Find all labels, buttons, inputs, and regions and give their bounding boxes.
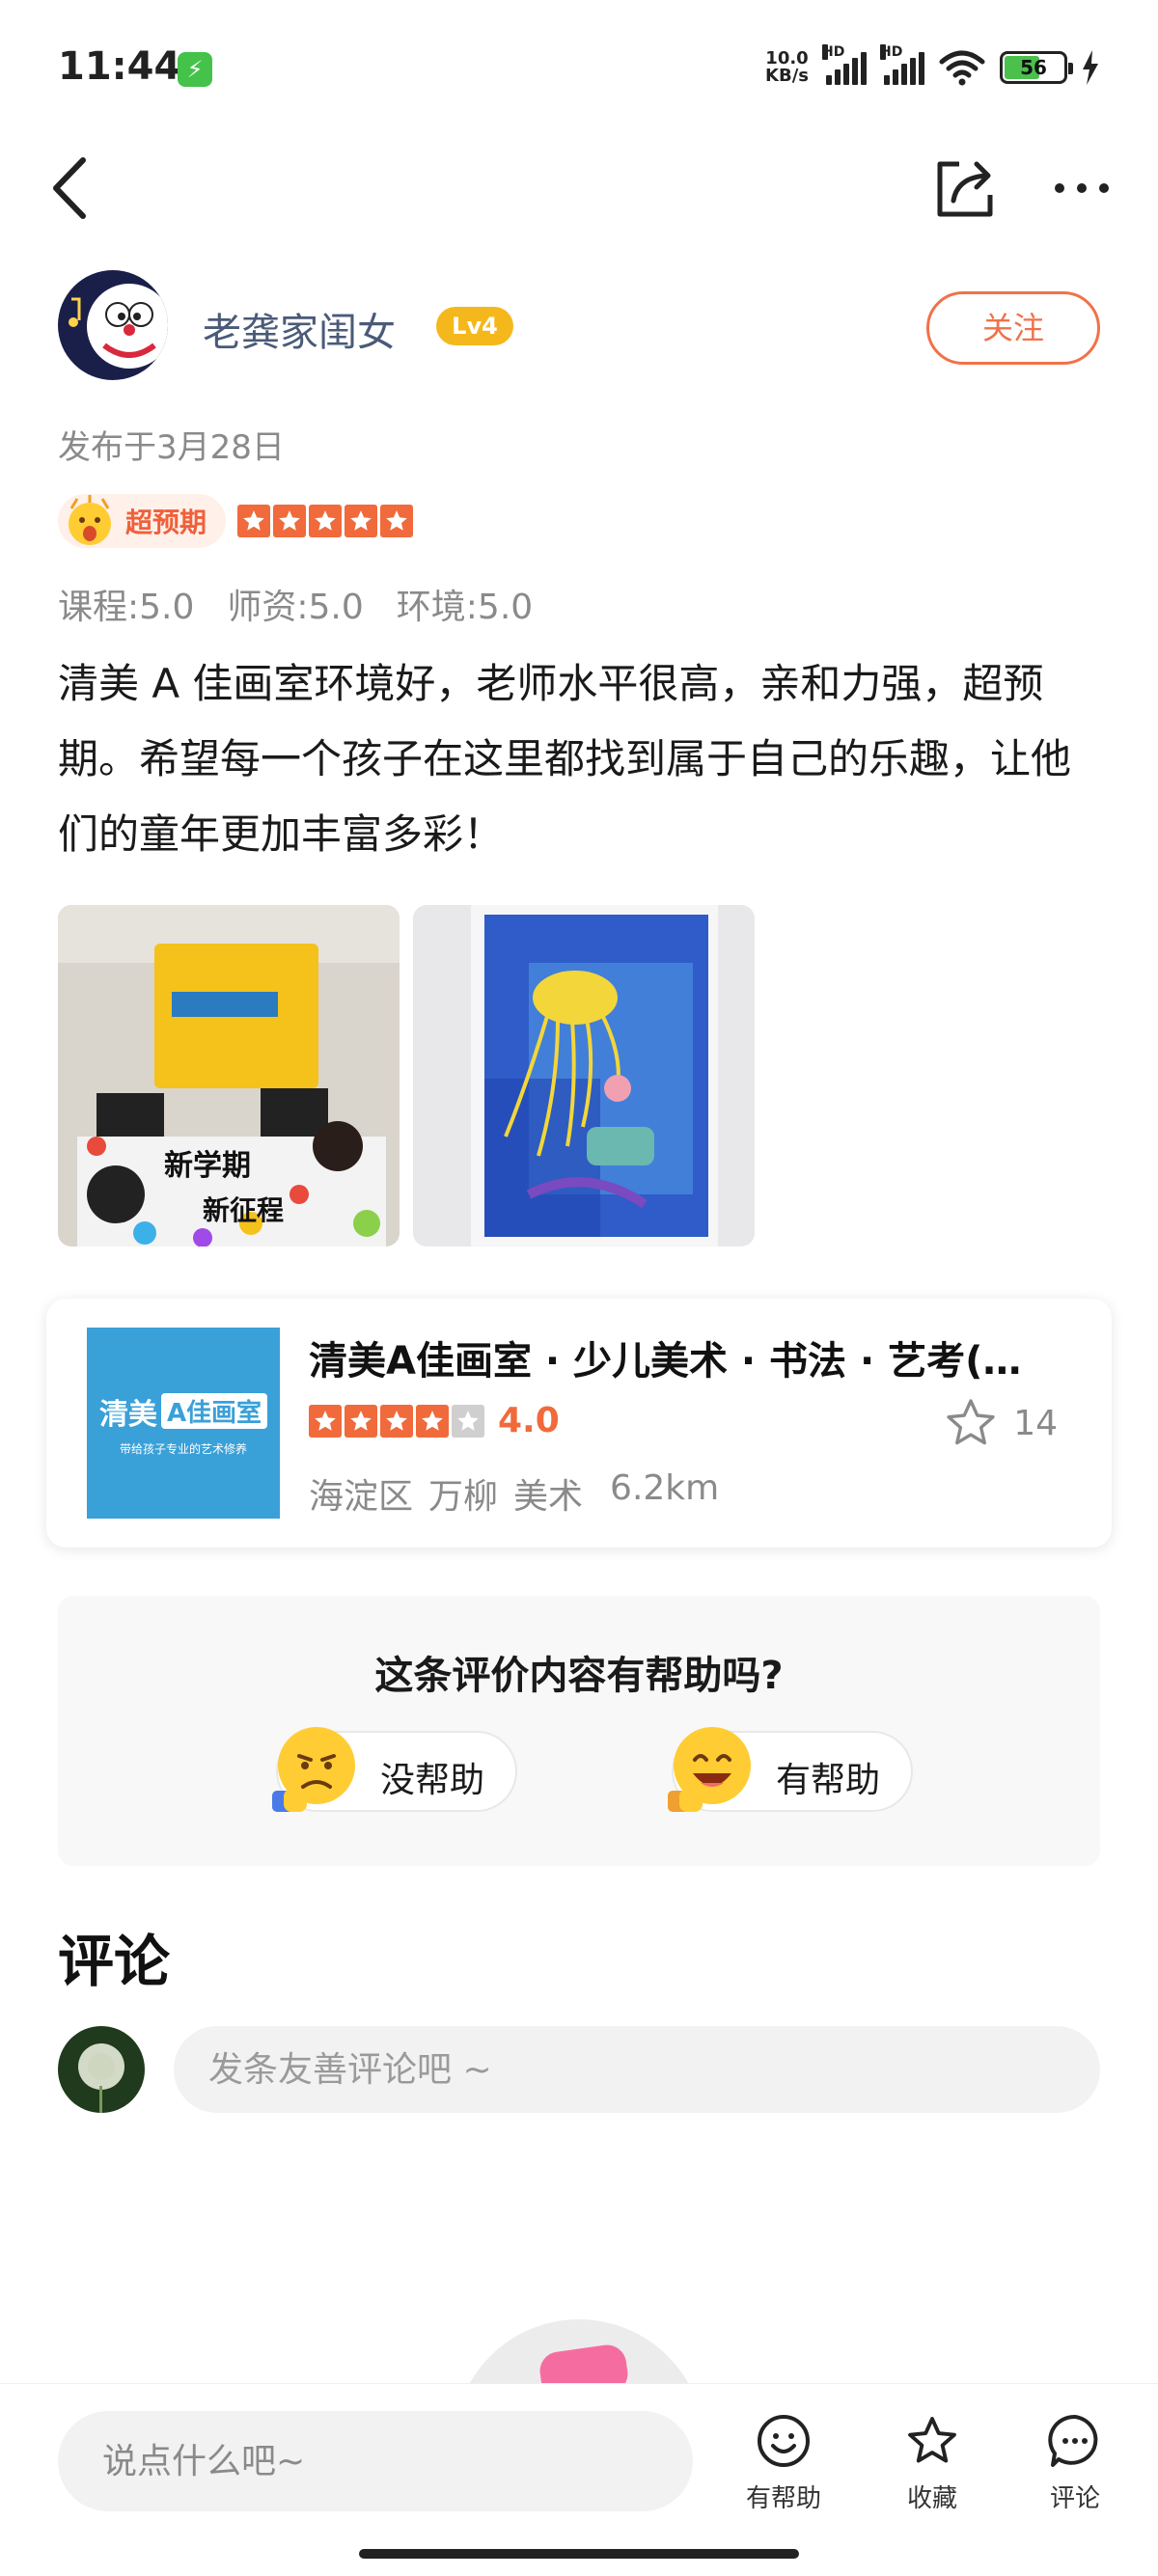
star-empty-icon xyxy=(452,1404,484,1438)
status-bar: 11:44 ⚡ 10.0 KB/s HD HD 56 xyxy=(0,0,1158,135)
rating-row: 超预期 xyxy=(58,492,414,550)
charging-icon xyxy=(1083,50,1098,85)
shop-score: 4.0 xyxy=(498,1401,560,1440)
shop-logo-brand-1: 清美 xyxy=(98,1397,157,1432)
star-outline-icon xyxy=(908,2417,956,2463)
star-icon xyxy=(416,1404,449,1438)
surprised-emoji-icon xyxy=(69,495,111,545)
star-icon xyxy=(380,505,414,537)
charging-app-icon: ⚡ xyxy=(178,52,212,87)
shop-rating: 4.0 xyxy=(309,1401,560,1440)
star-icon xyxy=(273,505,307,537)
author-avatar[interactable] xyxy=(58,270,168,380)
publish-date: 发布于3月28日 xyxy=(58,428,285,467)
bottom-favorite-label: 收藏 xyxy=(906,2484,957,2513)
score-course: 课程:5.0 xyxy=(58,588,195,627)
network-speed-unit: KB/s xyxy=(765,66,809,86)
sub-scores: 课程:5.0 师资:5.0 环境:5.0 xyxy=(58,579,533,629)
not-helpful-button[interactable]: 没帮助 xyxy=(272,1727,517,1812)
shop-favorite-button[interactable]: 14 xyxy=(942,1395,1058,1451)
bottom-helpful-label: 有帮助 xyxy=(745,2484,821,2513)
photo-text-new-semester: 新学期 xyxy=(164,1149,251,1183)
star-icon xyxy=(237,505,271,537)
comments-title: 评论 xyxy=(58,1929,171,1994)
star-outline-icon xyxy=(947,1399,995,1445)
battery-icon: 56 xyxy=(1000,51,1073,84)
bottom-helpful-button[interactable]: 有帮助 xyxy=(726,2413,841,2519)
shop-logo: 清美 A佳画室 带给孩子专业的艺术修养 xyxy=(87,1328,280,1519)
shop-card[interactable]: 清美 A佳画室 带给孩子专业的艺术修养 清美A佳画室 · 少儿美术 · 书法 ·… xyxy=(46,1299,1112,1548)
author-header: 老龚家闺女 Lv4 关注 xyxy=(58,270,1100,380)
star-icon xyxy=(380,1404,413,1438)
helpful-feedback: 这条评价内容有帮助吗? 没帮助 有帮助 xyxy=(58,1596,1100,1866)
shop-distance: 6.2km xyxy=(610,1468,720,1508)
shop-stars xyxy=(309,1404,484,1438)
author-name[interactable]: 老龚家闺女 xyxy=(203,301,396,357)
rating-tag: 超预期 xyxy=(58,494,227,548)
hd-label: HD xyxy=(822,44,845,60)
smile-icon xyxy=(758,2415,810,2467)
helpful-label: 有帮助 xyxy=(776,1761,881,1800)
helpful-question: 这条评价内容有帮助吗? xyxy=(374,1654,784,1698)
shop-meta: 海淀区 万柳 美术 6.2km xyxy=(309,1468,719,1519)
helpful-button[interactable]: 有帮助 xyxy=(668,1727,913,1812)
shop-name[interactable]: 清美A佳画室 · 少儿美术 · 书法 · 艺考(… xyxy=(309,1329,1081,1385)
comment-bubble-icon xyxy=(1048,2414,1098,2467)
review-photos: 新学期 新征程 xyxy=(58,905,755,1247)
bottom-comment-label: 评论 xyxy=(1049,2484,1100,2513)
comment-input[interactable] xyxy=(174,2026,1100,2113)
score-teacher: 师资:5.0 xyxy=(227,588,364,627)
battery-level: 56 xyxy=(1020,56,1047,79)
more-icon xyxy=(1055,183,1109,193)
comment-composer xyxy=(58,2026,1100,2113)
shop-area: 万柳 xyxy=(428,1477,499,1517)
shop-favorite-count: 14 xyxy=(1013,1403,1058,1443)
status-time: 11:44 xyxy=(58,44,181,89)
bottom-comment-input[interactable] xyxy=(58,2411,693,2511)
back-button[interactable] xyxy=(44,154,102,222)
photo-text-new-journey: 新征程 xyxy=(203,1194,284,1226)
shop-category: 美术 xyxy=(513,1477,584,1517)
not-helpful-label: 没帮助 xyxy=(380,1761,485,1800)
laughing-emoji-icon xyxy=(668,1727,751,1812)
cellular-signal-icon: HD xyxy=(822,44,867,85)
review-photo[interactable]: 新学期 新征程 xyxy=(58,905,400,1247)
share-button[interactable] xyxy=(932,154,1000,222)
cellular-signal-icon-2: HD xyxy=(880,44,924,85)
user-avatar xyxy=(58,2026,145,2113)
shop-logo-brand-2: A佳画室 xyxy=(160,1393,268,1429)
bottom-comment-button[interactable]: 评论 xyxy=(1017,2413,1133,2519)
follow-button[interactable]: 关注 xyxy=(926,291,1100,365)
star-icon xyxy=(309,505,343,537)
back-arrow-icon xyxy=(53,157,86,219)
review-text: 清美 A 佳画室环境好，老师水平很高，亲和力强，超预期。希望每一个孩子在这里都找… xyxy=(58,660,1072,858)
star-icon xyxy=(309,1404,342,1438)
level-badge: Lv4 xyxy=(436,307,513,345)
shop-logo-slogan: 带给孩子专业的艺术修养 xyxy=(119,1441,247,1456)
star-icon xyxy=(345,505,378,537)
hd-label-2: HD xyxy=(880,44,903,60)
more-options-button[interactable] xyxy=(1048,154,1116,222)
score-environment: 环境:5.0 xyxy=(396,588,534,627)
home-indicator[interactable] xyxy=(359,2549,799,2559)
review-stars xyxy=(237,505,414,537)
bottom-favorite-button[interactable]: 收藏 xyxy=(874,2413,990,2519)
share-icon xyxy=(937,161,993,217)
star-icon xyxy=(345,1404,377,1438)
wifi-icon xyxy=(939,50,985,86)
network-speed: 10.0 KB/s xyxy=(765,50,809,85)
shop-logo-brand: 清美 A佳画室 xyxy=(98,1390,268,1433)
rating-tag-text: 超预期 xyxy=(125,507,207,538)
navigation-bar xyxy=(0,145,1158,232)
shop-district: 海淀区 xyxy=(309,1477,414,1517)
review-photo[interactable] xyxy=(413,905,755,1247)
status-icons: 10.0 KB/s HD HD 56 xyxy=(765,44,1100,89)
bottom-action-bar: 有帮助 收藏 评论 xyxy=(0,2383,1158,2576)
frown-emoji-icon xyxy=(272,1727,355,1812)
